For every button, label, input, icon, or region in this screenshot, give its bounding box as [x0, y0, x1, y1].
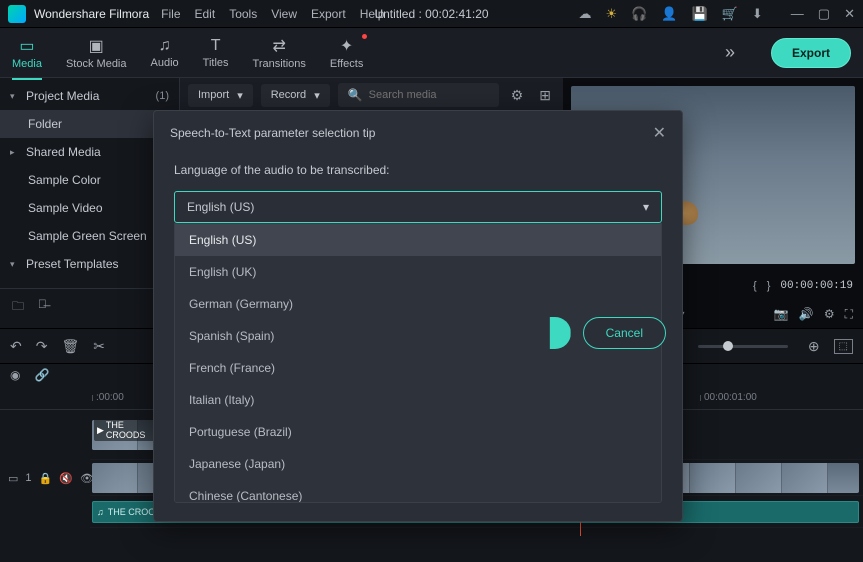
language-select[interactable]: English (US) ▾ [174, 191, 662, 223]
ok-button[interactable]: OK [501, 317, 570, 349]
undo-icon[interactable]: ↶ [10, 338, 22, 355]
tab-audio[interactable]: ♫Audio [151, 37, 179, 69]
volume-icon[interactable]: 🔊 [799, 307, 814, 321]
lang-option-en-uk[interactable]: English (UK) [175, 256, 661, 288]
lang-option-de[interactable]: German (Germany) [175, 288, 661, 320]
lang-option-pt[interactable]: Portuguese (Brazil) [175, 416, 661, 448]
menu-file[interactable]: File [161, 7, 180, 21]
bracket-open-icon[interactable]: { [753, 280, 757, 292]
bracket-close-icon[interactable]: } [767, 280, 771, 292]
zoom-slider[interactable] [698, 345, 788, 348]
lang-option-it[interactable]: Italian (Italy) [175, 384, 661, 416]
app-logo [8, 5, 26, 23]
mute-icon[interactable]: 🔇 [59, 472, 73, 485]
tab-titles[interactable]: TTitles [203, 37, 229, 69]
tab-stock-media[interactable]: ▣Stock Media [66, 36, 127, 70]
cloud-icon[interactable]: ☁ [578, 6, 591, 22]
chevron-down-icon: ▾ [314, 89, 320, 102]
main-menu: File Edit Tools View Export Help [161, 7, 384, 21]
cut-icon[interactable]: ✂ [93, 338, 105, 355]
save-icon[interactable]: 💾 [692, 6, 708, 22]
media-icon: ▭ [19, 36, 34, 56]
tab-media[interactable]: ▭Media [12, 36, 42, 70]
snapshot-icon[interactable]: 📷 [774, 307, 789, 321]
lang-option-fr[interactable]: French (France) [175, 352, 661, 384]
audio-icon: ♫ [159, 37, 171, 55]
filter-icon[interactable]: ⚙ [507, 83, 528, 108]
video-track-header[interactable]: ▭ 1 🔒 🔇 👁 [0, 460, 90, 496]
lang-option-zh-hk[interactable]: Chinese (Cantonese) [175, 480, 661, 503]
zoom-in-icon[interactable]: ⊕ [808, 338, 820, 355]
close-button[interactable]: ✕ [844, 6, 855, 22]
search-box[interactable]: 🔍 [338, 83, 499, 107]
titles-icon: T [211, 37, 221, 55]
menu-export[interactable]: Export [311, 7, 346, 21]
headset-icon[interactable]: 🎧 [631, 6, 647, 22]
language-label: Language of the audio to be transcribed: [174, 163, 662, 177]
menu-edit[interactable]: Edit [195, 7, 216, 21]
category-tabs: ▭Media ▣Stock Media ♫Audio TTitles ⇄Tran… [0, 28, 863, 78]
ruler-tick: :00:00 [92, 392, 124, 403]
chevron-down-icon: ▾ [643, 200, 649, 214]
preview-timecode: 00:00:00:19 [780, 280, 853, 292]
stock-icon: ▣ [89, 36, 104, 56]
account-icon[interactable]: 👤 [661, 6, 677, 22]
cancel-button[interactable]: Cancel [583, 317, 666, 349]
marker-icon[interactable]: ◉ [10, 368, 20, 382]
document-title: Untitled : 00:02:41:20 [374, 7, 488, 21]
modal-title: Speech-to-Text parameter selection tip [170, 126, 375, 140]
menu-tools[interactable]: Tools [229, 7, 257, 21]
fullscreen-icon[interactable]: ⛶ [845, 307, 853, 322]
lock-icon[interactable]: 🔒 [39, 472, 53, 485]
delete-icon[interactable]: 🗑 [61, 338, 79, 355]
link-icon[interactable]: 🔗 [34, 368, 49, 382]
transitions-icon: ⇄ [273, 36, 286, 56]
menu-view[interactable]: View [271, 7, 297, 21]
app-name: Wondershare Filmora [34, 7, 149, 21]
more-tabs-button[interactable]: » [725, 42, 735, 63]
notification-dot [362, 34, 367, 39]
maximize-button[interactable]: ▢ [818, 6, 830, 22]
clip-label: ▶THE CROODS [94, 420, 162, 441]
tab-transitions[interactable]: ⇄Transitions [253, 36, 306, 70]
ruler-tick: 00:00:01:00 [700, 392, 757, 403]
search-input[interactable] [369, 89, 489, 101]
video-track-icon: ▭ [8, 472, 18, 485]
tips-icon[interactable]: ☀ [605, 6, 617, 22]
new-folder-icon[interactable]: 🗀 [12, 297, 24, 318]
record-dropdown[interactable]: Record▾ [261, 84, 330, 107]
effects-icon: ✦ [340, 36, 353, 56]
tree-project-media[interactable]: ▾Project Media(1) [0, 82, 179, 110]
chevron-down-icon: ▾ [237, 89, 243, 102]
tab-effects[interactable]: ✦Effects [330, 36, 363, 70]
search-icon: 🔍 [348, 88, 363, 102]
minimize-button[interactable]: — [791, 6, 804, 22]
settings-icon[interactable]: ⚙ [824, 307, 835, 321]
cart-icon[interactable]: 🛒 [722, 6, 738, 22]
music-icon: ♫ [97, 507, 104, 517]
grid-view-icon[interactable]: ⊞ [535, 83, 555, 108]
export-button[interactable]: Export [771, 38, 851, 68]
redo-icon[interactable]: ↷ [36, 338, 48, 355]
zoom-fit-icon[interactable]: ⬚ [834, 339, 853, 354]
media-toolbar: Import▾ Record▾ 🔍 ⚙ ⊞ [180, 78, 563, 112]
lang-option-en-us[interactable]: English (US) [175, 224, 661, 256]
lang-option-ja[interactable]: Japanese (Japan) [175, 448, 661, 480]
titlebar: Wondershare Filmora File Edit Tools View… [0, 0, 863, 28]
modal-close-button[interactable]: ✕ [653, 123, 666, 143]
play-icon: ▶ [97, 425, 104, 436]
language-dropdown: English (US) English (UK) German (German… [174, 223, 662, 503]
speech-to-text-modal: Speech-to-Text parameter selection tip ✕… [153, 110, 683, 522]
download-icon[interactable]: ⬇ [752, 6, 763, 22]
import-dropdown[interactable]: Import▾ [188, 84, 253, 107]
delete-folder-icon[interactable]: 🗀̶ [38, 297, 47, 318]
